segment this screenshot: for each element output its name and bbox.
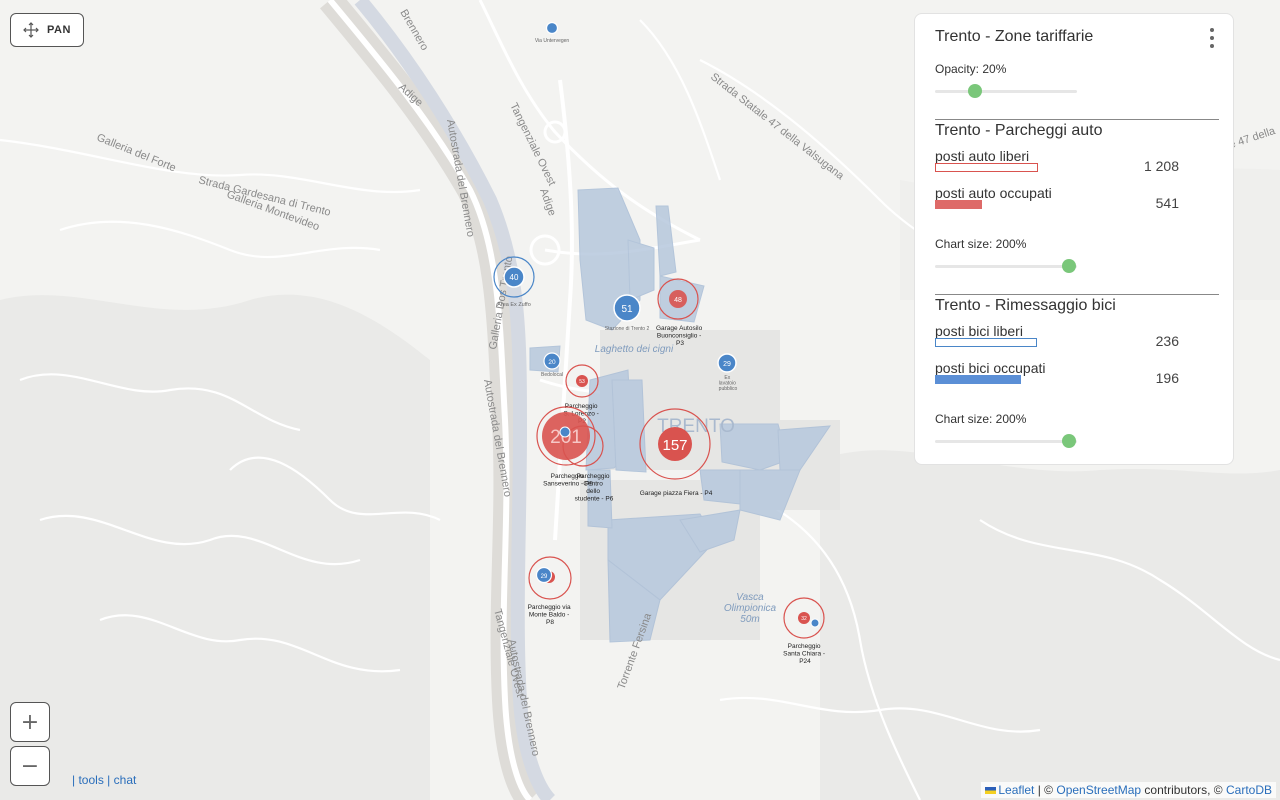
legend-value: 541 — [1155, 195, 1179, 211]
footer-links: | tools | chat — [72, 773, 136, 787]
marker-value: 29 — [723, 361, 731, 368]
marker-label-line: studente - P6 — [575, 496, 614, 503]
legend-value: 236 — [1155, 333, 1179, 349]
attribution-sep: | © — [1037, 783, 1054, 797]
leaflet-link[interactable]: Leaflet — [998, 783, 1034, 797]
carto-link[interactable]: CartoDB — [1226, 783, 1272, 797]
marker-label-line: Parcheggio — [788, 643, 821, 650]
legend-row-bike-occupied: posti bici occupati 196 — [935, 360, 1217, 398]
car-chart-size-slider[interactable] — [935, 258, 1077, 274]
marker-label-line: Garage Autosilo — [656, 325, 703, 332]
legend-value: 1 208 — [1143, 158, 1179, 174]
marker-label: Area Ex Zuffo — [497, 302, 531, 308]
slider-thumb[interactable] — [967, 84, 982, 98]
legend-row-car-occupied: posti auto occupati 541 — [935, 185, 1217, 223]
marker-label-line: Centro — [583, 481, 603, 488]
marker-label: Via Untervegen — [535, 38, 570, 44]
marker-label: Stazione di Trento 2 — [605, 326, 650, 332]
legend-swatch-bike-occupied — [935, 375, 1021, 384]
legend-value: 196 — [1155, 370, 1179, 386]
marker-value: 157 — [662, 437, 687, 454]
slider-track — [935, 440, 1077, 443]
separator: | — [107, 773, 111, 787]
marker-label-line: P3 — [676, 340, 684, 347]
marker-value: 51 — [621, 304, 633, 315]
marker-label-line: Parcheggio via — [528, 604, 571, 611]
marker-label-line: Parcheggio — [577, 473, 610, 480]
marker-label: Garage piazza Fiera - P4 — [640, 490, 713, 497]
attribution-text: contributors, © — [1144, 783, 1223, 797]
divider — [935, 294, 1219, 295]
marker-label-line: P8 — [546, 619, 554, 626]
slider-track — [935, 265, 1077, 268]
osm-link[interactable]: OpenStreetMap — [1056, 783, 1141, 797]
marker-value: 32 — [801, 616, 807, 622]
marker-label: Bedolocal — [541, 372, 563, 378]
zoom-out-button[interactable]: − — [10, 746, 50, 786]
move-icon — [23, 22, 39, 38]
marker-value: 20 — [548, 359, 556, 366]
car-chart-size-label: Chart size: 200% — [935, 237, 1027, 251]
pan-button[interactable]: PAN — [10, 13, 84, 47]
marker-value: 53 — [579, 379, 585, 385]
minus-icon: − — [20, 753, 40, 779]
more-vertical-icon[interactable] — [1205, 26, 1219, 50]
bike-chart-size-slider[interactable] — [935, 433, 1077, 449]
marker-value: 40 — [510, 273, 519, 282]
legend-label: posti bici occupati — [935, 360, 1046, 376]
legend-swatch-car-occupied — [935, 200, 982, 209]
marker-label-line: Buonconsiglio - — [657, 333, 701, 340]
map-label-lake: Laghetto dei cigni — [595, 344, 674, 355]
legend-row-car-free: posti auto liberi 1 208 — [935, 148, 1217, 186]
marker-value: 48 — [674, 297, 682, 304]
plus-icon: + — [20, 709, 40, 735]
legend-row-bike-free: posti bici liberi 236 — [935, 323, 1217, 361]
marker-label-line: Parcheggio — [565, 403, 598, 410]
legend-panel: Trento - Zone tariffarie Opacity: 20% Tr… — [914, 13, 1234, 465]
map-label-pool-2: Olimpionica — [724, 603, 777, 614]
separator: | — [72, 773, 76, 787]
ukraine-flag-icon — [985, 787, 997, 795]
legend-label: posti bici liberi — [935, 323, 1023, 339]
zoom-in-button[interactable]: + — [10, 702, 50, 742]
legend-label: posti auto occupati — [935, 185, 1052, 201]
legend-label: posti auto liberi — [935, 148, 1030, 164]
slider-thumb[interactable] — [1062, 434, 1076, 448]
marker-label-line: P24 — [799, 658, 811, 665]
map-label-pool-3: 50m — [740, 614, 759, 625]
legend-swatch-car-free — [935, 163, 1038, 172]
bikes-title: Trento - Rimessaggio bici — [935, 297, 1116, 314]
slider-thumb[interactable] — [1062, 259, 1076, 273]
slider-track — [935, 90, 1077, 93]
chat-link[interactable]: chat — [114, 773, 137, 787]
opacity-slider[interactable] — [935, 83, 1077, 99]
marker-label-line: Santa Chiara - — [783, 651, 825, 658]
bike-chart-size-label: Chart size: 200% — [935, 412, 1027, 426]
zones-title: Trento - Zone tariffarie — [935, 28, 1094, 45]
marker-label-line: dello — [586, 488, 600, 495]
tools-link[interactable]: tools — [78, 773, 103, 787]
marker-value: 29 — [541, 574, 548, 580]
map-attribution: Leaflet | © OpenStreetMap contributors, … — [981, 782, 1276, 798]
map-label-pool-1: Vasca — [736, 592, 764, 603]
legend-swatch-bike-free — [935, 338, 1037, 347]
opacity-label: Opacity: 20% — [935, 62, 1007, 76]
marker-label-line: pubblico — [719, 386, 738, 392]
marker-label-line: Monte Baldo - — [529, 612, 569, 619]
divider — [935, 119, 1219, 120]
pan-label: PAN — [47, 24, 71, 36]
cars-title: Trento - Parcheggi auto — [935, 122, 1103, 139]
